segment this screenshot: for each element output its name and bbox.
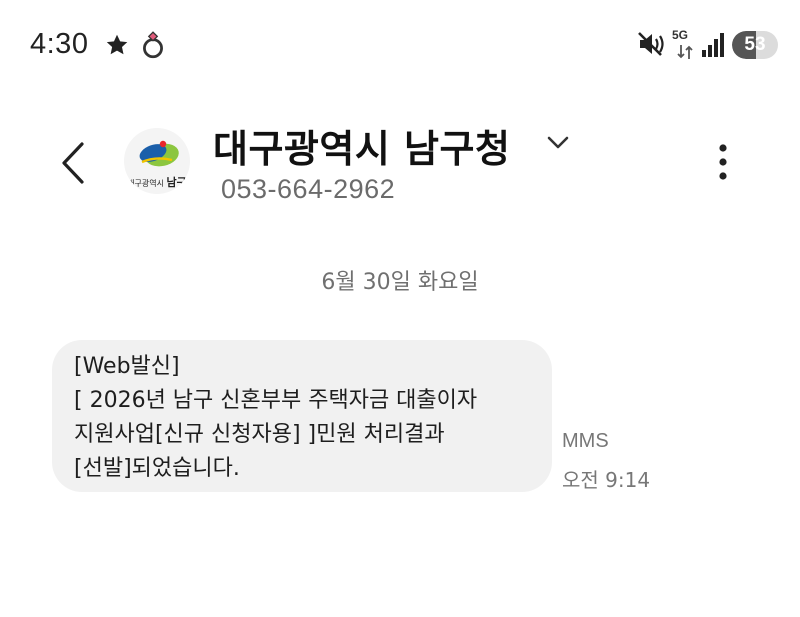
status-bar: 4:30 5G 53 <box>0 0 800 90</box>
battery-level: 53 <box>744 34 766 55</box>
battery-indicator: 53 <box>732 31 778 59</box>
message-line: [선발]되었습니다. <box>74 456 240 481</box>
ring-icon <box>143 31 163 59</box>
back-button[interactable] <box>56 138 92 188</box>
message-line: 지원사업[신규 신청자용] ]민원 처리결과 <box>74 422 445 447</box>
contact-name[interactable]: 대구광역시 남구청 <box>213 118 510 173</box>
message-bubble[interactable]: [Web발신] [ 2026년 남구 신혼부부 주택자금 대출이자 지원사업[신… <box>52 340 552 492</box>
message-line: [Web발신] <box>74 354 180 379</box>
message-type-label: MMS <box>562 430 609 452</box>
namgu-logo-icon <box>139 140 179 167</box>
star-icon <box>106 34 128 55</box>
contact-avatar[interactable]: 대구광역시 남구 <box>124 128 190 194</box>
status-time: 4:30 <box>30 28 89 60</box>
date-divider: 6월 30일 화요일 <box>321 270 479 295</box>
mute-icon <box>638 32 664 56</box>
avatar-logo-text: 대구광역시 남구 <box>127 176 187 189</box>
contact-phone-number[interactable]: 053-664-2962 <box>221 174 395 205</box>
network-5g-icon: 5G <box>672 28 698 62</box>
messaging-screen: 4:30 5G 53 대구광역시 남구 대구광역시 남구청 053-664-29… <box>0 0 800 617</box>
message-timestamp: 오전 9:14 <box>562 468 651 492</box>
more-vertical-icon[interactable] <box>708 140 738 184</box>
signal-strength-icon <box>702 33 724 57</box>
message-line: [ 2026년 남구 신혼부부 주택자금 대출이자 <box>74 388 478 413</box>
chevron-down-icon[interactable] <box>544 130 572 154</box>
